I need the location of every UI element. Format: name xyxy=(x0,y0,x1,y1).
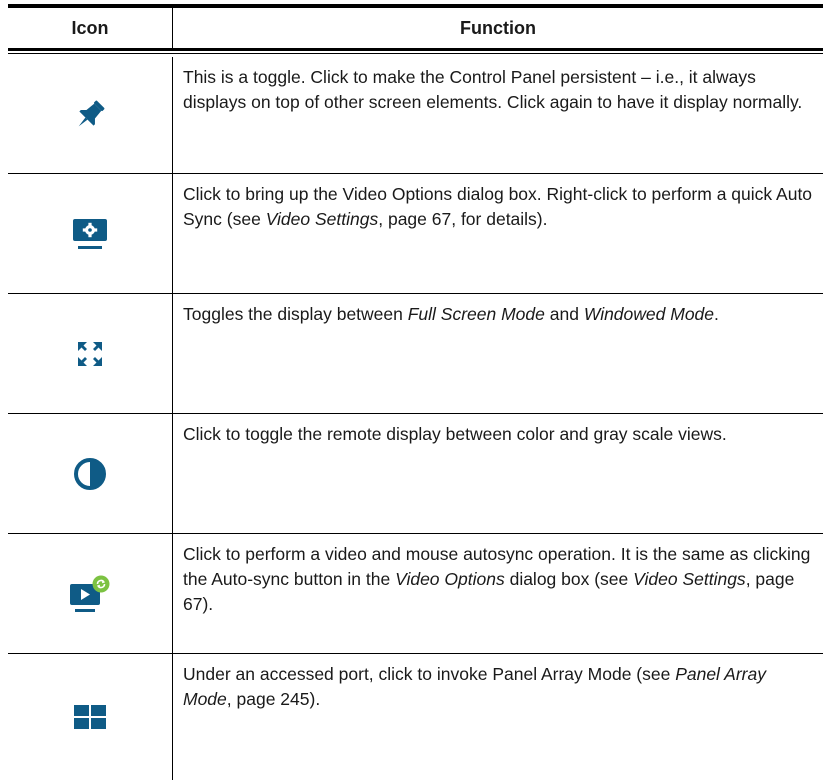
table-row: Click to bring up the Video Options dial… xyxy=(8,174,823,294)
function-column-header: Function xyxy=(460,17,536,38)
icon-cell xyxy=(8,654,173,780)
function-description: Click to perform a video and mouse autos… xyxy=(183,544,811,614)
pin-icon xyxy=(78,100,105,127)
icon-cell xyxy=(8,534,173,653)
function-description: Under an accessed port, click to invoke … xyxy=(183,664,766,709)
table-row: Toggles the display between Full Screen … xyxy=(8,294,823,414)
panel-array-icon xyxy=(74,705,106,729)
function-description: Click to bring up the Video Options dial… xyxy=(183,184,813,229)
function-table: Icon Function This is a toggle. Click to… xyxy=(8,4,823,780)
icon-cell xyxy=(8,414,173,533)
video-settings-icon xyxy=(73,218,107,249)
icon-cell xyxy=(8,174,173,293)
table-header: Icon Function xyxy=(8,8,823,54)
table-row: This is a toggle. Click to make the Cont… xyxy=(8,57,823,174)
icon-column-header: Icon xyxy=(8,8,173,48)
icon-cell xyxy=(8,57,173,173)
fullscreen-icon xyxy=(78,341,102,366)
icon-cell xyxy=(8,294,173,413)
table-row: Click to perform a video and mouse autos… xyxy=(8,534,823,654)
contrast-icon xyxy=(74,457,106,490)
table-row: Click to toggle the remote display betwe… xyxy=(8,414,823,534)
autosync-icon xyxy=(70,575,110,612)
table-row: Under an accessed port, click to invoke … xyxy=(8,654,823,780)
function-description: Toggles the display between Full Screen … xyxy=(183,304,719,324)
function-description: Click to toggle the remote display betwe… xyxy=(183,424,727,444)
function-description: This is a toggle. Click to make the Cont… xyxy=(183,67,803,112)
